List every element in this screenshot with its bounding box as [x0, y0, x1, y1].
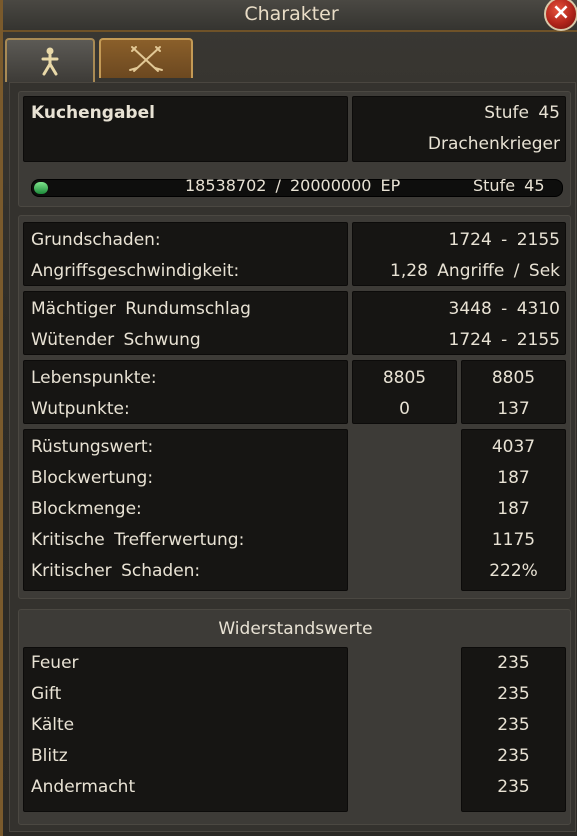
block-amount-value: 187 [497, 499, 530, 519]
character-name: Kuchengabel [31, 103, 155, 123]
close-button[interactable]: × [544, 0, 577, 31]
xp-text: 18538702 / 20000000 EP [185, 176, 401, 195]
rage-max: 137 [497, 399, 530, 419]
character-level: Stufe 45 [484, 103, 560, 123]
character-window: Charakter × Kuchengabel Stufe 45 Drachen… [0, 0, 577, 836]
window-title: Charakter [244, 3, 339, 25]
armor-value: 4037 [491, 437, 536, 457]
block-rating-value: 187 [497, 468, 530, 488]
character-class: Drachenkrieger [427, 134, 560, 154]
stat-base-damage-value: 1724 - 2155 [448, 230, 560, 250]
resist-lightning-value: 235 [497, 746, 530, 766]
resist-fire-value: 235 [497, 653, 530, 673]
resist-cold-value: 235 [497, 715, 530, 735]
title-bar[interactable]: Charakter [3, 0, 577, 32]
block-rating-label: Blockwertung: [31, 468, 154, 488]
stats-section: Grundschaden: 1724 - 2155 Angriffsgeschw… [18, 215, 571, 599]
resist-fire-label: Feuer [31, 653, 79, 673]
resistances-section: Widerstandswerte Feuer 235 Gift 235 Kält… [18, 609, 571, 825]
stat-attack-speed-label: Angriffsgeschwindigkeit: [31, 261, 240, 281]
skill-1-label: Mächtiger Rundumschlag [31, 299, 251, 319]
crossed-swords-icon [129, 46, 163, 72]
crit-rating-value: 1175 [491, 530, 536, 550]
tab-combat[interactable] [99, 38, 193, 78]
health-max: 8805 [491, 368, 536, 388]
resistances-title: Widerstandswerte [218, 619, 373, 639]
skill-1-value: 3448 - 4310 [448, 299, 560, 319]
header-section: Kuchengabel Stufe 45 Drachenkrieger 1853… [18, 91, 571, 207]
tab-character[interactable] [5, 38, 95, 82]
stat-base-damage-label: Grundschaden: [31, 230, 161, 250]
armor-label: Rüstungswert: [31, 437, 154, 457]
resist-poison-label: Gift [31, 684, 62, 704]
block-amount-label: Blockmenge: [31, 499, 142, 519]
rage-label: Wutpunkte: [31, 399, 130, 419]
crit-damage-value: 222% [489, 561, 538, 581]
resist-poison-value: 235 [497, 684, 530, 704]
resist-cold-label: Kälte [31, 715, 75, 735]
crit-rating-label: Kritische Trefferwertung: [31, 530, 245, 550]
crit-damage-label: Kritischer Schaden: [31, 561, 201, 581]
resist-othermight-value: 235 [497, 777, 530, 797]
character-content: Kuchengabel Stufe 45 Drachenkrieger 1853… [9, 82, 576, 832]
xp-level-text: Stufe 45 [473, 176, 545, 195]
stat-attack-speed-value: 1,28 Angriffe / Sek [390, 261, 560, 281]
rage-current: 0 [399, 399, 410, 419]
person-icon [41, 47, 59, 76]
resist-othermight-label: Andermacht [31, 777, 136, 797]
skill-2-value: 1724 - 2155 [448, 330, 560, 350]
health-current: 8805 [382, 368, 427, 388]
health-label: Lebenspunkte: [31, 368, 157, 388]
xp-bar-fill [34, 182, 48, 194]
skill-2-label: Wütender Schwung [31, 330, 201, 350]
resist-lightning-label: Blitz [31, 746, 68, 766]
